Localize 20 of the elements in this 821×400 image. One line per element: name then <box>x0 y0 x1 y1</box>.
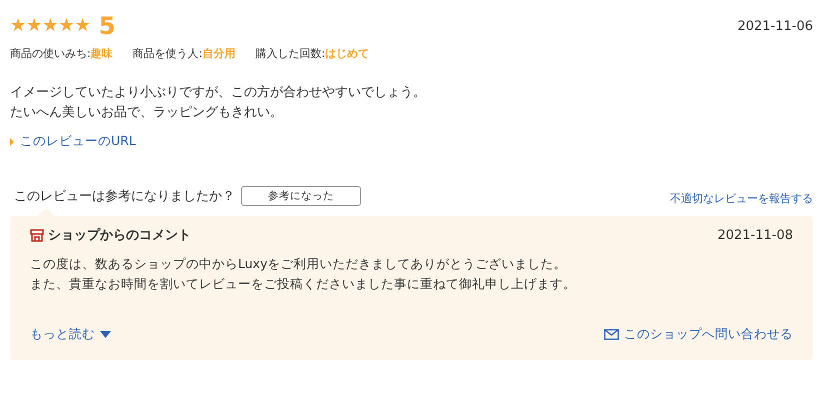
review-attribute: 商品の使いみち:趣味 <box>10 46 113 61</box>
report-link[interactable]: 不適切なレビューを報告する <box>670 191 813 206</box>
helpful-button[interactable]: 参考になった <box>241 186 361 206</box>
review-text: イメージしていたより小ぶりですが、この方が合わせやすいでしょう。 たいへん美しいお品で、ラッピングもきれい。 <box>10 84 427 122</box>
triangle-icon <box>10 138 14 146</box>
envelope-icon <box>604 329 619 340</box>
review-date: 2021-11-06 <box>737 18 813 34</box>
shop-icon <box>30 228 44 242</box>
helpful-question: このレビューは参考になりましたか？ <box>14 188 235 205</box>
read-more-link[interactable]: もっと読む <box>30 326 111 343</box>
caret-icon <box>100 331 111 338</box>
shop-comment-text: この度は、数あるショップの中からLuxyをご利用いただきましてありがとうございました。 また、貴重なお時間を割いてレビューをご投稿くださいました事に重ねて御礼申し上げます。 <box>30 255 577 293</box>
comment-date: 2021-11-08 <box>717 228 793 242</box>
star-rating: ★★★★★ <box>10 17 91 35</box>
review-url-link[interactable]: このレビューのURL <box>10 133 136 150</box>
review-attribute: 商品を使う人:自分用 <box>132 46 236 61</box>
shop-comment-title: ショップからのコメント <box>48 226 191 244</box>
rating-score: 5 <box>98 12 116 40</box>
contact-shop-link[interactable]: このショップへ問い合わせる <box>604 326 793 343</box>
review-attribute: 購入した回数:はじめて <box>255 46 370 61</box>
